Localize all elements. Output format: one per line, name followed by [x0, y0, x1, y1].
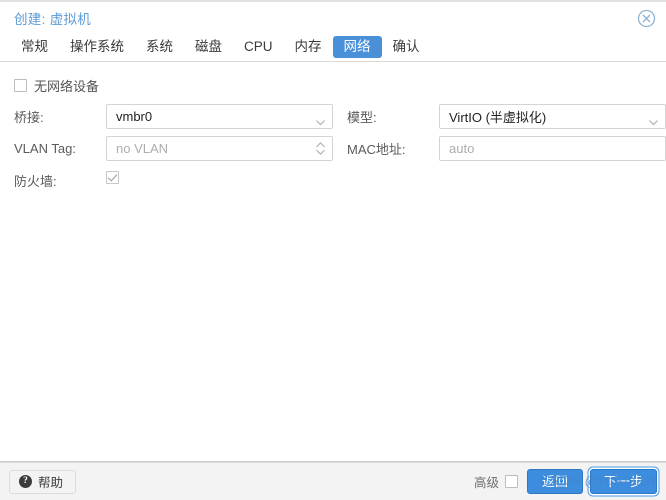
firewall-checkbox[interactable]: [106, 171, 119, 184]
model-label: 模型:: [347, 109, 377, 125]
tab-os[interactable]: 操作系统: [59, 36, 135, 58]
dialog-titlebar: 创建: 虚拟机: [0, 0, 666, 33]
question-mark-icon: ?: [19, 475, 32, 488]
tab-system[interactable]: 系统: [135, 36, 184, 58]
vlan-tag-input[interactable]: no VLAN: [106, 135, 333, 161]
tab-confirm[interactable]: 确认: [382, 36, 431, 58]
back-button[interactable]: 返回: [526, 469, 583, 494]
dialog-footer: ? 帮助 高级 返回 下一步: [0, 462, 666, 500]
form-column-right: 模型: VirtIO (半虚拟化) MAC地址: auto: [341, 103, 666, 199]
model-row: 模型: VirtIO (半虚拟化): [341, 103, 666, 129]
tab-bar: 常规 操作系统 系统 磁盘 CPU 内存 网络 确认: [0, 33, 666, 62]
help-button[interactable]: ? 帮助: [9, 469, 77, 494]
bridge-control: vmbr0: [106, 103, 333, 129]
firewall-row: 防火墙:: [8, 167, 333, 193]
firewall-label: 防火墙:: [14, 173, 57, 189]
vlan-tag-control: no VLAN: [106, 135, 333, 161]
page-title: 创建: 虚拟机: [14, 11, 92, 27]
mac-address-control: auto: [439, 135, 666, 161]
tab-memory[interactable]: 内存: [284, 36, 333, 58]
model-select[interactable]: VirtIO (半虚拟化): [439, 103, 666, 129]
bridge-label: 桥接:: [14, 109, 44, 125]
advanced-checkbox[interactable]: [504, 475, 518, 488]
tab-disk[interactable]: 磁盘: [184, 36, 233, 58]
next-button[interactable]: 下一步: [589, 469, 657, 494]
advanced-label: 高级: [473, 476, 499, 490]
help-button-label: 帮助: [38, 476, 64, 490]
vlan-tag-row: VLAN Tag: no VLAN: [8, 135, 333, 161]
bridge-row: 桥接: vmbr0: [8, 103, 333, 129]
mac-address-label: MAC地址:: [347, 141, 406, 157]
tab-cpu[interactable]: CPU: [233, 36, 284, 58]
no-network-device-label: 无网络设备: [34, 78, 100, 94]
vlan-tag-label: VLAN Tag:: [14, 140, 76, 156]
tab-general[interactable]: 常规: [10, 36, 59, 58]
advanced-toggle[interactable]: 高级: [474, 472, 518, 491]
form-columns: 桥接: vmbr0 VLAN Tag: no VLAN 防火墙: 模型: Vir…: [8, 103, 666, 199]
close-icon[interactable]: [637, 9, 656, 28]
firewall-control: [106, 171, 333, 189]
network-settings-panel: 无网络设备 桥接: vmbr0 VLAN Tag: no VLAN 防火墙: 模…: [0, 62, 666, 462]
form-column-left: 桥接: vmbr0 VLAN Tag: no VLAN 防火墙:: [8, 103, 333, 199]
mac-address-input[interactable]: auto: [439, 135, 666, 161]
bridge-select[interactable]: vmbr0: [106, 103, 333, 129]
model-control: VirtIO (半虚拟化): [439, 103, 666, 129]
no-network-device-row: 无网络设备: [14, 74, 658, 96]
create-vm-dialog: 创建: 虚拟机 常规 操作系统 系统 磁盘 CPU 内存 网络 确认 无网络设备: [0, 0, 666, 500]
no-network-device-checkbox[interactable]: [14, 78, 27, 92]
mac-address-row: MAC地址: auto: [341, 135, 666, 161]
tab-network[interactable]: 网络: [332, 36, 382, 58]
